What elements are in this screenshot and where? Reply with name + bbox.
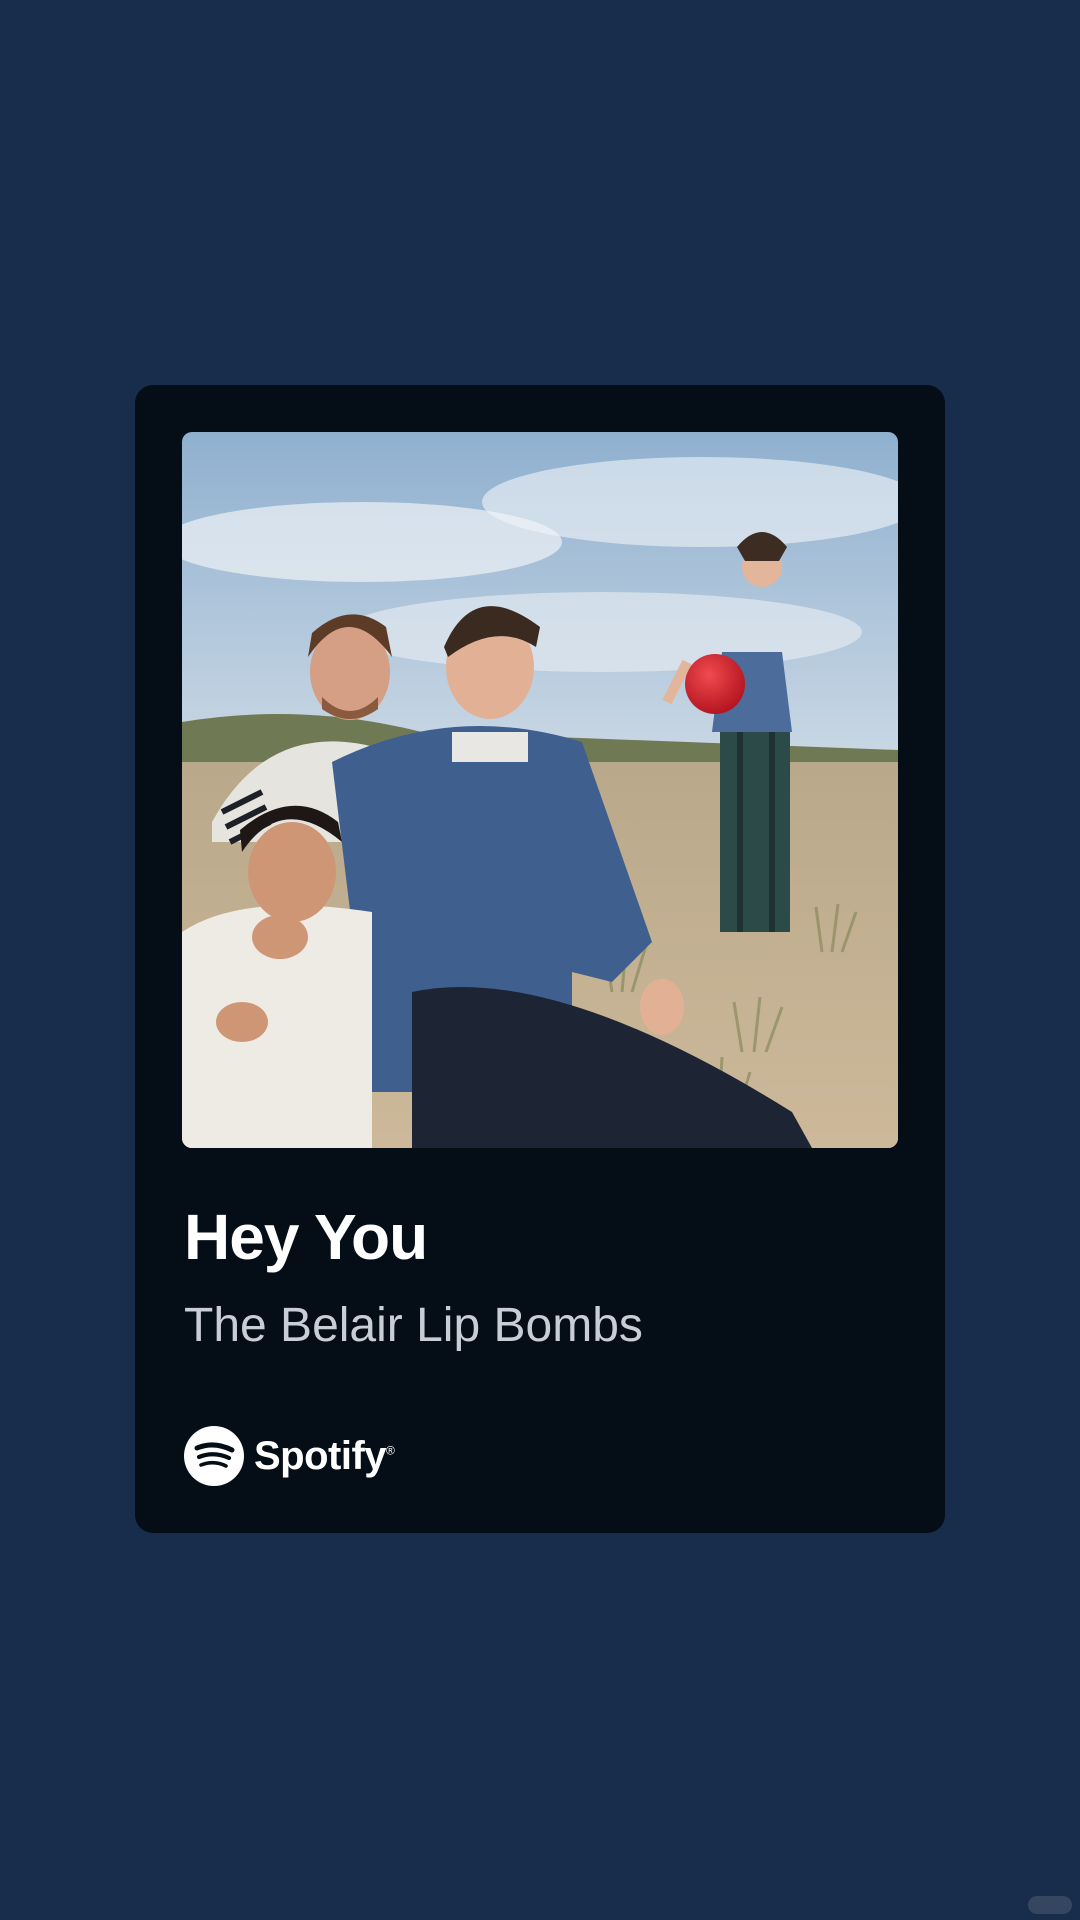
share-screen: Hey You The Belair Lip Bombs Spotify®: [0, 0, 1080, 1920]
song-share-card[interactable]: Hey You The Belair Lip Bombs Spotify®: [135, 385, 945, 1533]
album-artwork: [182, 432, 898, 1148]
brand-name: Spotify®: [254, 1433, 395, 1479]
track-artist: The Belair Lip Bombs: [184, 1299, 643, 1352]
brand-name-text: Spotify: [254, 1433, 387, 1478]
watermark-badge: [1028, 1896, 1072, 1914]
album-cover-image: [182, 432, 898, 1148]
spotify-logo-icon: [184, 1426, 244, 1486]
spotify-branding: Spotify®: [184, 1426, 395, 1486]
track-title: Hey You: [184, 1201, 428, 1273]
registered-mark: ®: [386, 1443, 395, 1458]
